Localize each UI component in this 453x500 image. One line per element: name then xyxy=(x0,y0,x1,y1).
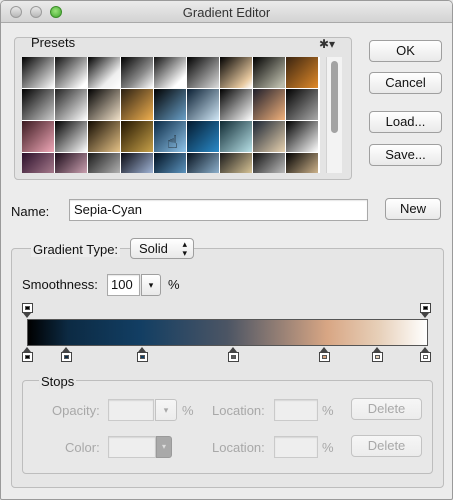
color-stop[interactable] xyxy=(60,347,73,362)
color-location-unit: % xyxy=(322,440,334,455)
preset-swatch[interactable] xyxy=(88,57,120,88)
scrollbar-thumb[interactable] xyxy=(331,61,338,133)
smoothness-label: Smoothness: xyxy=(22,277,98,292)
preset-swatch[interactable] xyxy=(253,57,285,88)
opacity-stop-pointer xyxy=(421,313,429,318)
preset-swatch[interactable] xyxy=(154,153,186,173)
color-stop[interactable] xyxy=(318,347,331,362)
color-stop-body xyxy=(137,352,148,362)
gradient-editor-window: Gradient Editor Presets ✱▾ ☝ OK Cancel L… xyxy=(0,0,453,500)
opacity-unit: % xyxy=(182,403,194,418)
preset-swatch[interactable] xyxy=(286,89,318,120)
preset-swatch[interactable] xyxy=(22,121,54,152)
preset-swatch[interactable] xyxy=(88,153,120,173)
color-location-label: Location: xyxy=(212,440,265,455)
opacity-input xyxy=(108,399,154,421)
gradient-type-label: Gradient Type: xyxy=(31,242,121,257)
opacity-stop-body xyxy=(22,303,33,313)
ok-button[interactable]: OK xyxy=(369,40,442,62)
preset-swatch[interactable] xyxy=(121,89,153,120)
preset-swatch[interactable] xyxy=(220,57,252,88)
cancel-button[interactable]: Cancel xyxy=(369,72,442,94)
preset-swatch[interactable] xyxy=(88,121,120,152)
preset-swatch[interactable] xyxy=(253,121,285,152)
preset-swatch[interactable] xyxy=(220,153,252,173)
opacity-stop-left[interactable] xyxy=(21,303,34,318)
new-button[interactable]: New xyxy=(385,198,441,220)
preset-swatch[interactable] xyxy=(253,89,285,120)
name-input[interactable]: Sepia-Cyan xyxy=(69,199,368,221)
preset-swatch[interactable] xyxy=(121,153,153,173)
preset-swatch[interactable] xyxy=(154,89,186,120)
delete-color-stop-button: Delete xyxy=(351,435,422,457)
preset-swatch[interactable] xyxy=(22,153,54,173)
smoothness-dropdown-button[interactable]: ▾ xyxy=(141,274,161,296)
preset-swatch[interactable] xyxy=(22,57,54,88)
opacity-label: Opacity: xyxy=(52,403,100,418)
color-stop[interactable] xyxy=(419,347,432,362)
preset-swatch[interactable] xyxy=(286,153,318,173)
save-button[interactable]: Save... xyxy=(369,144,442,166)
color-stop-body xyxy=(420,352,431,362)
color-stop-body xyxy=(61,352,72,362)
preset-swatch[interactable] xyxy=(154,57,186,88)
opacity-stop-body xyxy=(420,303,431,313)
stops-group xyxy=(22,380,433,474)
hand-cursor-icon: ☝ xyxy=(167,132,178,152)
color-dropdown-button: ▾ xyxy=(156,436,172,458)
name-label: Name: xyxy=(11,204,50,219)
color-swatch xyxy=(108,436,156,458)
preset-swatch[interactable] xyxy=(286,57,318,88)
preset-swatch[interactable] xyxy=(187,57,219,88)
smoothness-input[interactable]: 100 xyxy=(107,274,140,296)
preset-swatch[interactable] xyxy=(286,121,318,152)
delete-opacity-stop-button: Delete xyxy=(351,398,422,420)
presets-scrollbar[interactable] xyxy=(326,57,342,173)
title-bar: Gradient Editor xyxy=(1,1,452,23)
load-button[interactable]: Load... xyxy=(369,111,442,133)
preset-swatch[interactable] xyxy=(220,89,252,120)
preset-swatch[interactable] xyxy=(55,121,87,152)
preset-swatch[interactable] xyxy=(121,57,153,88)
preset-swatch[interactable] xyxy=(55,89,87,120)
color-stop[interactable] xyxy=(136,347,149,362)
opacity-location-input xyxy=(274,399,318,421)
stops-label: Stops xyxy=(39,374,77,389)
opacity-stop-right[interactable] xyxy=(419,303,432,318)
color-label: Color: xyxy=(65,440,100,455)
color-location-input xyxy=(274,436,318,458)
smoothness-unit: % xyxy=(168,277,180,292)
color-stop[interactable] xyxy=(227,347,240,362)
color-stop[interactable] xyxy=(21,347,34,362)
gradient-type-select[interactable]: Solid ▴ ▾ xyxy=(130,238,194,259)
preset-swatch[interactable] xyxy=(22,89,54,120)
opacity-dropdown-button: ▾ xyxy=(155,399,177,421)
chevron-updown-icon: ▴ ▾ xyxy=(182,239,187,258)
color-stop[interactable] xyxy=(371,347,384,362)
preset-swatch[interactable] xyxy=(55,153,87,173)
color-stop-body xyxy=(319,352,330,362)
opacity-location-label: Location: xyxy=(212,403,265,418)
preset-swatch[interactable] xyxy=(55,57,87,88)
color-stop-body xyxy=(22,352,33,362)
presets-swatch-grid[interactable] xyxy=(22,57,320,173)
opacity-stop-pointer xyxy=(23,313,31,318)
preset-swatch[interactable] xyxy=(121,121,153,152)
preset-swatch[interactable] xyxy=(220,121,252,152)
preset-swatch[interactable] xyxy=(187,121,219,152)
preset-swatch[interactable] xyxy=(88,89,120,120)
preset-swatch[interactable] xyxy=(187,153,219,173)
preset-swatch[interactable] xyxy=(187,89,219,120)
color-stop-body xyxy=(228,352,239,362)
opacity-location-unit: % xyxy=(322,403,334,418)
gradient-type-value: Solid xyxy=(139,241,168,256)
gear-icon[interactable]: ✱▾ xyxy=(319,37,335,51)
preset-swatch[interactable] xyxy=(253,153,285,173)
gradient-preview-bar[interactable] xyxy=(27,319,428,346)
color-stop-body xyxy=(372,352,383,362)
presets-label: Presets xyxy=(31,35,76,50)
window-title: Gradient Editor xyxy=(182,5,271,20)
